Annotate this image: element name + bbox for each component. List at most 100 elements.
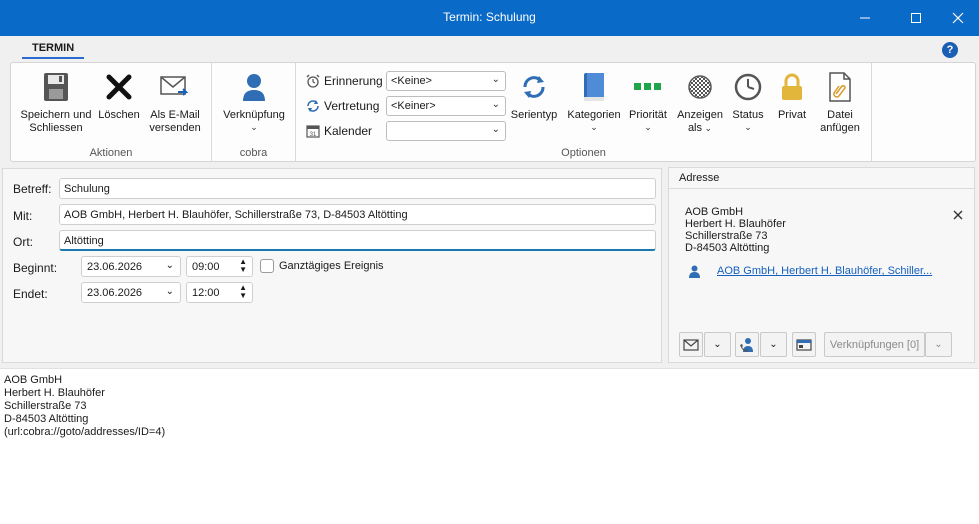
substitute-label: Vertretung: [324, 99, 380, 113]
categories-label: Kategorien: [567, 109, 621, 121]
minimize-button[interactable]: [842, 0, 888, 36]
spin-updown-icon: ▲ ▼: [239, 283, 247, 300]
refresh-person-icon: [307, 100, 319, 112]
email-dropdown-button[interactable]: ⌄: [704, 332, 731, 357]
address-line: AOB GmbH: [685, 206, 744, 218]
appointment-form: Betreff: Schulung Mit: AOB GmbH, Herbert…: [2, 168, 662, 363]
email-address-button[interactable]: [679, 332, 703, 357]
end-date-picker[interactable]: 23.06.2026 ⌄: [81, 282, 181, 303]
help-icon[interactable]: ?: [942, 42, 958, 58]
chevron-down-icon: ⌄: [934, 339, 943, 350]
status-button[interactable]: Status ⌄: [728, 69, 768, 132]
save-label-line2: Schliessen: [29, 122, 83, 134]
address-panel: Adresse AOB GmbH Herbert H. Blauhöfer Sc…: [668, 167, 975, 363]
end-label: Endet:: [13, 287, 48, 301]
availability-pattern-icon: [688, 75, 712, 99]
private-button[interactable]: Privat: [772, 69, 812, 122]
email-send-icon: [160, 76, 189, 96]
notes-line: Herbert H. Blauhöfer: [4, 387, 105, 399]
save-and-close-button[interactable]: Speichern und Schliessen: [19, 69, 93, 135]
chevron-down-icon: ⌄: [644, 122, 652, 132]
address-card-button[interactable]: [792, 332, 816, 357]
email-icon: [683, 338, 699, 351]
group-label-optionen: Optionen: [561, 147, 606, 159]
call-contact-button[interactable]: [735, 332, 759, 357]
series-type-label: Serientyp: [510, 109, 558, 121]
notes-line: AOB GmbH: [4, 374, 63, 386]
chevron-down-icon: ⌄: [165, 286, 174, 297]
show-as-button[interactable]: Anzeigen als ⌄: [674, 69, 726, 135]
substitute-select[interactable]: <Keiner> ⌄: [386, 96, 506, 116]
svg-text:31: 31: [310, 132, 317, 138]
series-type-button[interactable]: Serientyp: [506, 69, 562, 122]
notes-line: D-84503 Altötting: [4, 413, 89, 425]
calendar-row: 31 Kalender ⌄: [306, 121, 506, 141]
start-time-spinner[interactable]: 09:00 ▲ ▼: [186, 256, 253, 277]
group-optionen: Erinnerung <Keine> ⌄ Vertretung <Keiner>…: [296, 63, 872, 161]
reminder-select[interactable]: <Keine> ⌄: [386, 71, 506, 91]
chevron-down-icon: ⌄: [744, 122, 752, 132]
close-window-button[interactable]: [935, 0, 979, 36]
address-card-icon: [796, 338, 812, 351]
minimize-icon: [860, 17, 870, 19]
address-link[interactable]: AOB GmbH, Herbert H. Blauhöfer, Schiller…: [717, 265, 932, 277]
phone-person-icon: [740, 338, 753, 352]
location-label: Ort:: [13, 235, 33, 249]
calendar-select[interactable]: ⌄: [386, 121, 506, 141]
chevron-down-icon: ⌄: [491, 74, 500, 85]
group-aktionen: Speichern und Schliessen Löschen Als E-M…: [11, 63, 212, 161]
save-label-line1: Speichern und: [20, 109, 92, 121]
links-dropdown-button[interactable]: ⌄: [925, 332, 952, 357]
recurrence-icon: [523, 76, 545, 98]
reminder-label: Erinnerung: [324, 74, 383, 88]
calendar-icon: 31: [306, 125, 320, 138]
notes-textarea[interactable]: AOB GmbH Herbert H. Blauhöfer Schillerst…: [0, 368, 979, 524]
priority-button[interactable]: Priorität ⌄: [624, 69, 672, 132]
lock-icon: [782, 73, 802, 100]
person-icon: [243, 74, 265, 101]
group-label-cobra: cobra: [239, 147, 268, 159]
reminder-row: Erinnerung <Keine> ⌄: [306, 71, 506, 91]
address-header: Adresse: [669, 168, 974, 189]
send-as-email-button[interactable]: Als E-Mail versenden: [145, 69, 205, 135]
end-time-spinner[interactable]: 12:00 ▲ ▼: [186, 282, 253, 303]
chevron-down-icon: ⌄: [491, 99, 500, 110]
attach-file-button[interactable]: Datei anfügen: [814, 69, 866, 135]
link-label: Verknüpfung: [223, 109, 285, 121]
email-label-line2: versenden: [149, 122, 201, 134]
remove-address-button[interactable]: [953, 208, 963, 223]
spin-updown-icon: ▲ ▼: [239, 257, 247, 274]
location-input[interactable]: Altötting: [59, 230, 656, 251]
with-label: Mit:: [13, 209, 33, 223]
subject-input[interactable]: Schulung: [59, 178, 656, 199]
email-label-line1: Als E-Mail: [150, 109, 200, 121]
address-line: D-84503 Altötting: [685, 242, 770, 254]
links-button[interactable]: Verknüpfungen [0]: [824, 332, 925, 357]
group-label-aktionen: Aktionen: [89, 147, 133, 159]
clock-icon: [734, 73, 762, 101]
delete-label: Löschen: [98, 109, 140, 121]
maximize-button[interactable]: [893, 0, 939, 36]
alarm-clock-icon: [306, 74, 320, 88]
private-label: Privat: [777, 109, 807, 121]
show-as-label-line2: als: [687, 122, 702, 134]
calendar-label: Kalender: [324, 124, 373, 138]
chevron-down-icon: ⌄: [769, 339, 778, 350]
start-date-picker[interactable]: 23.06.2026 ⌄: [81, 256, 181, 277]
person-icon: [689, 265, 700, 278]
delete-button[interactable]: Löschen: [95, 69, 143, 122]
chevron-down-icon: ⌄: [702, 123, 713, 133]
chevron-down-icon: ⌄: [491, 124, 500, 135]
categories-button[interactable]: Kategorien ⌄: [564, 69, 624, 132]
show-as-label-line1: Anzeigen: [677, 109, 723, 121]
end-date-value: 23.06.2026: [87, 287, 143, 299]
with-input[interactable]: AOB GmbH, Herbert H. Blauhöfer, Schiller…: [59, 204, 656, 225]
call-dropdown-button[interactable]: ⌄: [760, 332, 787, 357]
tab-termin[interactable]: TERMIN: [22, 42, 85, 59]
all-day-checkbox[interactable]: [260, 259, 274, 273]
maximize-icon: [911, 13, 921, 23]
substitute-value: <Keiner>: [391, 100, 436, 112]
address-block: AOB GmbH Herbert H. Blauhöfer Schillerst…: [685, 206, 786, 254]
link-button[interactable]: Verknüpfung ⌄: [218, 69, 290, 132]
address-line: Herbert H. Blauhöfer: [685, 218, 786, 230]
